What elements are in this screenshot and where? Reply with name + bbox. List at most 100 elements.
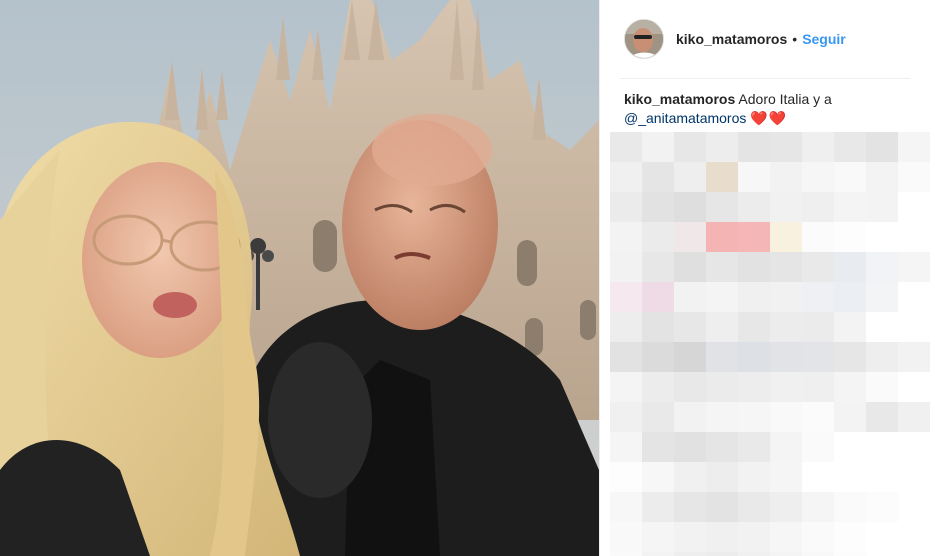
post-caption: kiko_matamoros Adoro Italia y a @_anitam… <box>624 90 914 128</box>
profile-photo-icon <box>625 20 663 58</box>
pixel-block <box>706 282 738 312</box>
pixel-block <box>834 192 866 222</box>
pixel-block <box>642 162 674 192</box>
pixel-block <box>802 252 834 282</box>
pixel-block <box>898 402 930 432</box>
pixel-block <box>834 222 866 252</box>
pixel-block <box>770 162 802 192</box>
pixel-block <box>610 402 642 432</box>
pixel-block <box>802 342 834 372</box>
pixel-block <box>706 372 738 402</box>
pixel-block <box>898 372 930 402</box>
pixel-block <box>770 282 802 312</box>
pixel-block <box>738 132 770 162</box>
pixel-block <box>866 492 898 522</box>
pixel-block <box>898 492 930 522</box>
pixel-block <box>642 552 674 556</box>
pixel-block <box>706 252 738 282</box>
pixel-block <box>802 222 834 252</box>
pixel-block <box>802 552 834 556</box>
pixel-block <box>738 192 770 222</box>
pixel-block <box>738 282 770 312</box>
pixel-block <box>898 522 930 552</box>
pixel-block <box>898 462 930 492</box>
pixel-block <box>642 312 674 342</box>
header-username[interactable]: kiko_matamoros <box>676 31 787 47</box>
pixel-block <box>802 402 834 432</box>
pixel-block <box>738 252 770 282</box>
pixel-block <box>770 522 802 552</box>
pixel-block <box>610 552 642 556</box>
pixel-block <box>738 522 770 552</box>
avatar[interactable] <box>624 19 664 59</box>
caption-username[interactable]: kiko_matamoros <box>624 91 735 107</box>
pixel-block <box>706 402 738 432</box>
pixel-block <box>674 132 706 162</box>
caption-mention-link[interactable]: @_anitamatamoros <box>624 110 746 126</box>
pixel-block <box>738 552 770 556</box>
pixel-block <box>770 552 802 556</box>
pixel-block <box>706 192 738 222</box>
pixel-block <box>674 492 706 522</box>
pixel-block <box>674 162 706 192</box>
pixel-block <box>674 462 706 492</box>
pixel-block <box>898 192 930 222</box>
pixel-block <box>610 282 642 312</box>
pixel-block <box>610 492 642 522</box>
pixel-block <box>610 222 642 252</box>
pixel-block <box>706 312 738 342</box>
pixel-block <box>610 162 642 192</box>
pixel-block <box>642 192 674 222</box>
pixel-block <box>898 552 930 556</box>
pixel-block <box>642 282 674 312</box>
pixel-block <box>898 342 930 372</box>
pixel-block <box>770 402 802 432</box>
pixel-block <box>802 432 834 462</box>
pixel-block <box>642 342 674 372</box>
instagram-post: kiko_matamoros • Seguir kiko_matamoros A… <box>0 0 935 556</box>
pixel-block <box>674 342 706 372</box>
pixel-block <box>802 282 834 312</box>
pixel-block <box>674 402 706 432</box>
pixel-block <box>738 342 770 372</box>
pixel-block <box>834 342 866 372</box>
post-photo[interactable] <box>0 0 599 556</box>
pixelated-comments-icon <box>610 132 930 556</box>
pixel-block <box>866 342 898 372</box>
pixel-block <box>802 522 834 552</box>
pixel-block <box>898 282 930 312</box>
pixel-block <box>834 522 866 552</box>
pixel-block <box>770 492 802 522</box>
pixel-block <box>642 402 674 432</box>
pixel-block <box>674 552 706 556</box>
pixel-block <box>674 222 706 252</box>
pixel-block <box>738 222 770 252</box>
pixel-block <box>738 402 770 432</box>
pixel-block <box>802 132 834 162</box>
pixel-block <box>802 372 834 402</box>
pixel-block <box>738 312 770 342</box>
pixel-block <box>642 522 674 552</box>
pixel-block <box>706 162 738 192</box>
pixel-block <box>674 192 706 222</box>
post-sidebar: kiko_matamoros • Seguir kiko_matamoros A… <box>599 0 935 556</box>
pixel-block <box>738 492 770 522</box>
pixel-block <box>674 372 706 402</box>
pixel-block <box>770 132 802 162</box>
pixel-block <box>802 492 834 522</box>
pixel-block <box>706 552 738 556</box>
pixel-block <box>770 462 802 492</box>
pixel-block <box>706 462 738 492</box>
pixel-block <box>770 432 802 462</box>
pixel-block <box>610 522 642 552</box>
pixel-block <box>866 552 898 556</box>
pixel-block <box>706 132 738 162</box>
pixel-block <box>866 282 898 312</box>
pixel-block <box>898 222 930 252</box>
pixel-block <box>866 192 898 222</box>
pixel-block <box>898 312 930 342</box>
pixel-block <box>642 132 674 162</box>
follow-button[interactable]: Seguir <box>802 31 846 47</box>
pixel-block <box>770 192 802 222</box>
pixel-block <box>610 372 642 402</box>
